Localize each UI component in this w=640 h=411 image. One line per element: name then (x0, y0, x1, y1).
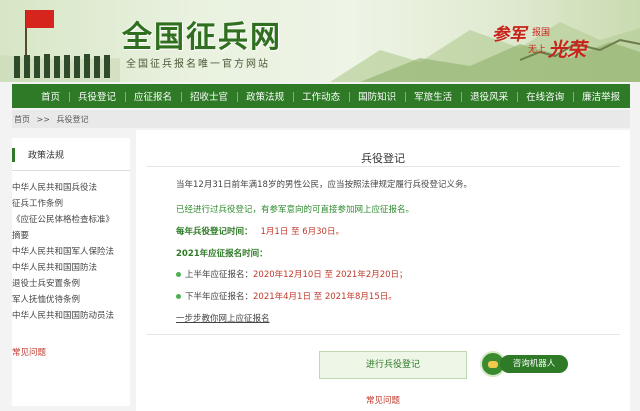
breadcrumb-current: 兵役登记 (56, 115, 89, 124)
sidebar-heading: 政策法规 (12, 148, 64, 162)
divider (146, 334, 620, 335)
header-banner: 全国征兵网 全国征兵报名唯一官方网站 参军 报国 无上 光荣 (0, 0, 640, 82)
slogan-part: 参军 (492, 25, 526, 45)
sidebar-item[interactable]: 征兵工作条例 (12, 196, 114, 212)
robot-consult-label: 咨询机器人 (500, 355, 568, 373)
slogan-part: 光荣 (548, 39, 587, 61)
nav-item-policy[interactable]: 政策法规 (237, 89, 293, 103)
sidebar-item[interactable]: 《应征公民体格检查标准》 (12, 212, 114, 228)
first-half-value: 2020年12月10日 至 2021年2月20日； (253, 270, 408, 280)
first-half-label: 上半年应征报名： (185, 270, 254, 280)
divider (146, 166, 620, 167)
register-button[interactable]: 进行兵役登记 (319, 351, 467, 379)
slogan: 参军 报国 无上 光荣 (492, 20, 592, 65)
bullet-icon (176, 272, 181, 277)
step-guide-link[interactable]: 一步步教你网上应征报名 (176, 312, 270, 324)
nav-item-home[interactable]: 首页 (32, 89, 69, 103)
nav-item-nco-recruit[interactable]: 招收士官 (181, 89, 237, 103)
nav-item-report[interactable]: 廉洁举报 (573, 89, 629, 103)
nav-item-military-life[interactable]: 军旅生活 (405, 89, 461, 103)
slogan-part: 无上 (528, 45, 547, 55)
bullet-icon (176, 294, 181, 299)
sidebar-item[interactable]: 中华人民共和国国防法 (12, 260, 114, 276)
second-half-enlistment: 下半年应征报名：2021年4月1日 至 2021年8月15日。 (176, 290, 397, 302)
sidebar-item[interactable]: 军人抚恤优待条例 (12, 292, 114, 308)
sidebar-item[interactable]: 中华人民共和国兵役法 (12, 180, 114, 196)
registration-period-value: 1月1日 至 6月30日。 (260, 227, 344, 237)
second-half-value: 2021年4月1日 至 2021年8月15日。 (253, 292, 397, 302)
robot-consult-button[interactable]: 咨询机器人 (480, 351, 568, 379)
breadcrumb-separator: >> (36, 115, 50, 124)
marching-soldiers-image (14, 54, 110, 78)
page-title: 兵役登记 (361, 152, 405, 165)
site-title: 全国征兵网 (122, 20, 282, 55)
breadcrumb-home[interactable]: 首页 (14, 115, 30, 124)
second-half-label: 下半年应征报名： (185, 292, 254, 302)
nav-item-registration[interactable]: 兵役登记 (69, 89, 125, 103)
nav-item-enlistment[interactable]: 应征报名 (125, 89, 181, 103)
sidebar-item[interactable]: 摘要 (12, 228, 114, 244)
faq-link[interactable]: 常见问题 (136, 394, 630, 406)
site-subtitle: 全国征兵报名唯一官方网站 (126, 59, 270, 70)
nav-item-online-consult[interactable]: 在线咨询 (517, 89, 573, 103)
enlistment-year-heading: 2021年应征报名时间： (176, 249, 268, 259)
registered-note: 已经进行过兵役登记，有参军意向的可直接参加网上应征报名。 (176, 205, 415, 215)
sidebar: 政策法规 中华人民共和国兵役法 征兵工作条例 《应征公民体格检查标准》 摘要 中… (12, 138, 130, 406)
sidebar-item[interactable]: 中华人民共和国军人保险法 (12, 244, 114, 260)
sidebar-faq-link[interactable]: 常见问题 (12, 346, 46, 358)
breadcrumb: 首页 >> 兵役登记 (12, 110, 630, 128)
registration-period: 每年兵役登记时间： 1月1日 至 6月30日。 (176, 225, 344, 237)
sidebar-item[interactable]: 退役士兵安置条例 (12, 276, 114, 292)
nav-item-defense-knowledge[interactable]: 国防知识 (349, 89, 405, 103)
sidebar-item[interactable]: 中华人民共和国国防动员法 (12, 308, 114, 324)
first-half-enlistment: 上半年应征报名：2020年12月10日 至 2021年2月20日； (176, 268, 408, 280)
divider (12, 170, 130, 171)
nav-item-veterans[interactable]: 退役风采 (461, 89, 517, 103)
national-flag-icon (26, 10, 54, 28)
intro-text: 当年12月31日前年满18岁的男性公民，应当按照法律规定履行兵役登记义务。 (176, 180, 472, 190)
main-content: 兵役登记 当年12月31日前年满18岁的男性公民，应当按照法律规定履行兵役登记义… (136, 130, 630, 411)
sidebar-list: 中华人民共和国兵役法 征兵工作条例 《应征公民体格检查标准》 摘要 中华人民共和… (12, 180, 114, 324)
nav-item-news[interactable]: 工作动态 (293, 89, 349, 103)
main-nav: 首页 兵役登记 应征报名 招收士官 政策法规 工作动态 国防知识 军旅生活 退役… (12, 84, 630, 108)
registration-period-label: 每年兵役登记时间： (176, 227, 253, 237)
